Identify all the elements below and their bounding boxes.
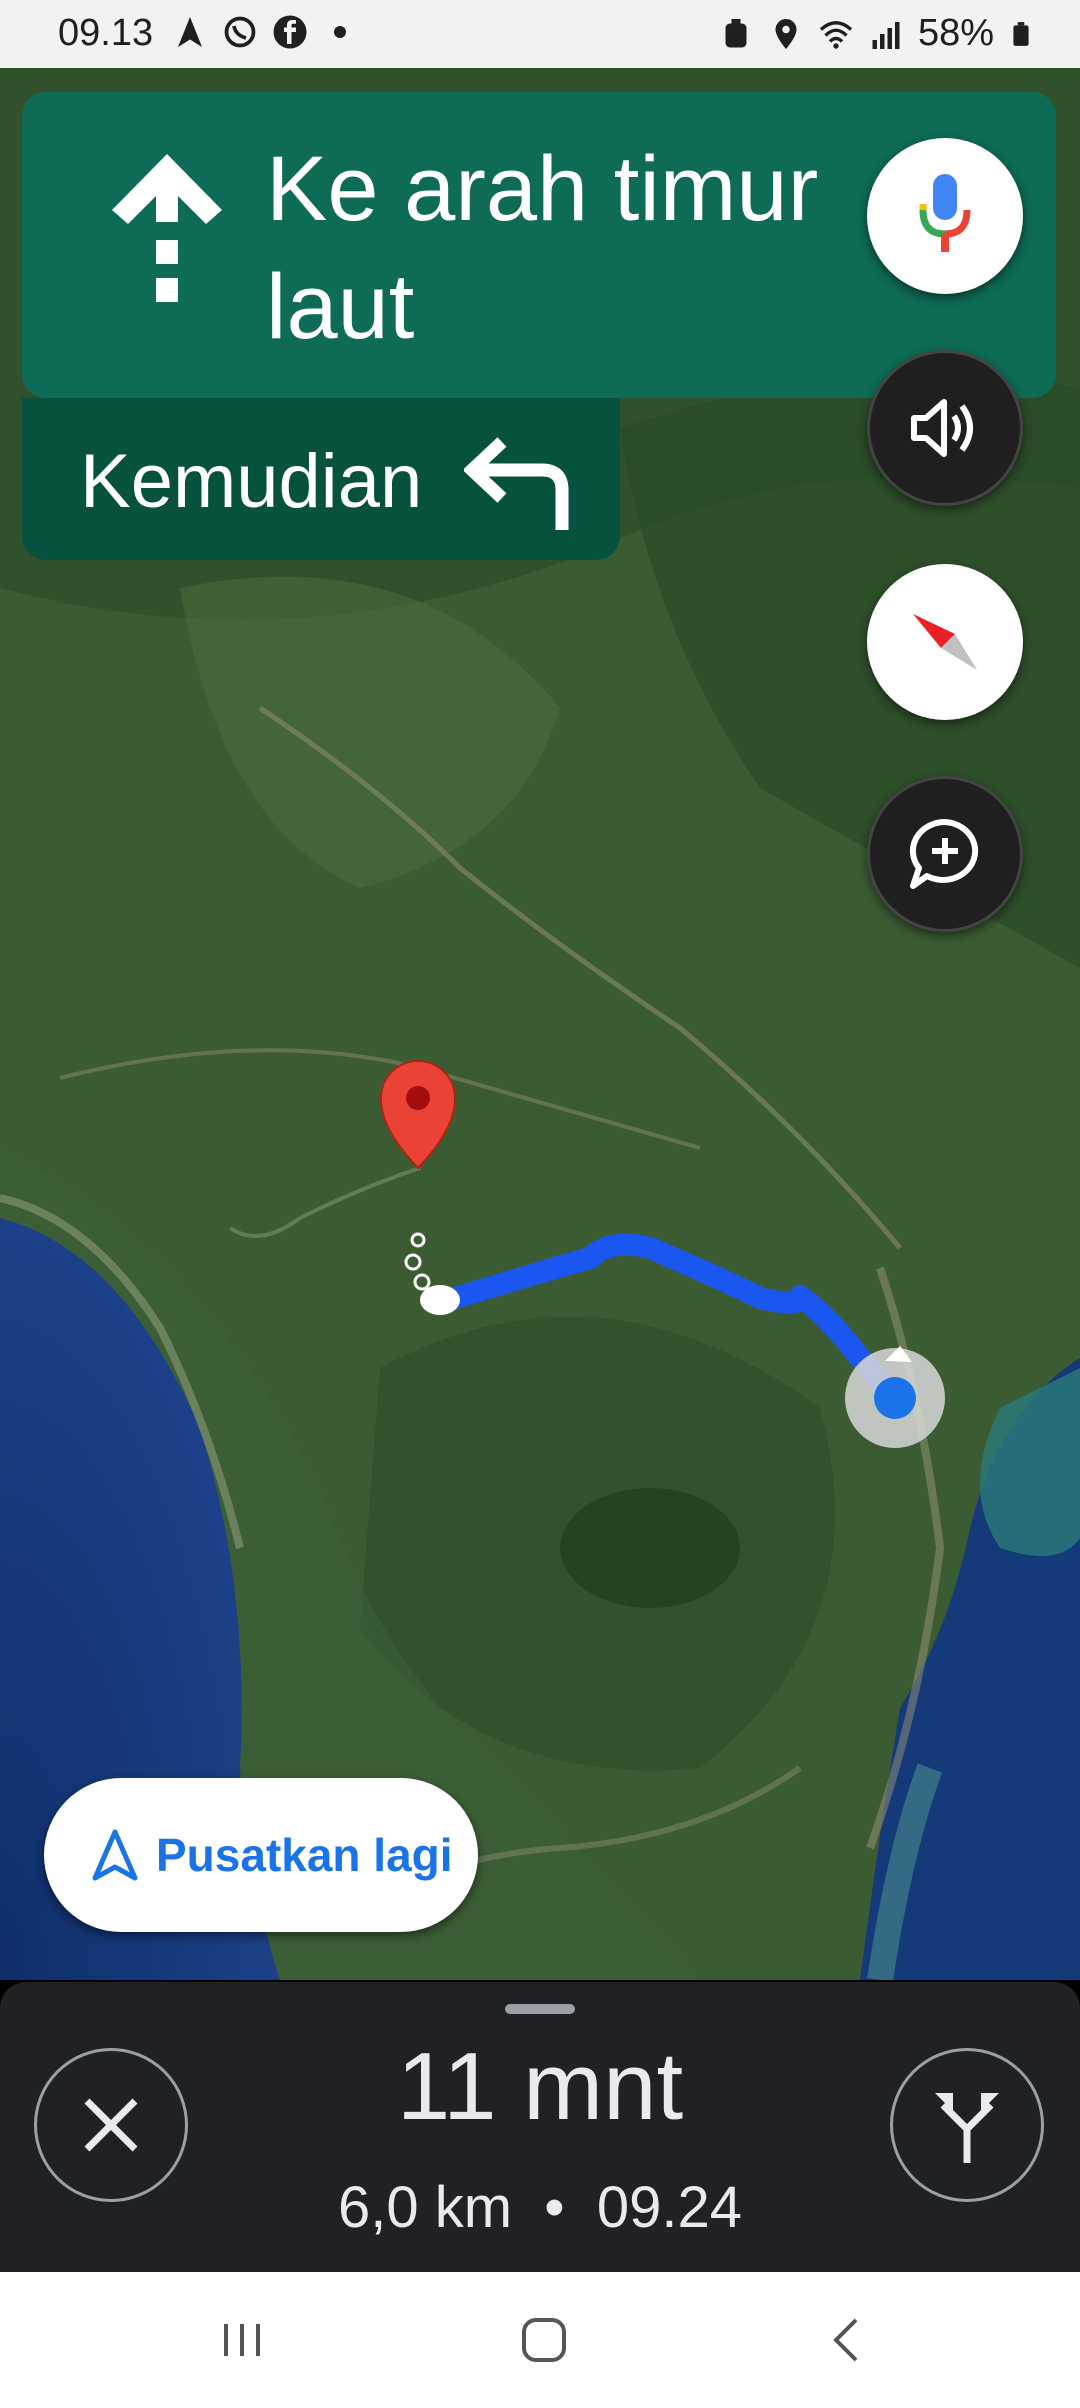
navigation-arrow-icon <box>178 17 202 47</box>
whatsapp-icon <box>224 16 256 48</box>
alternate-routes-button[interactable] <box>890 2048 1044 2202</box>
back-icon[interactable] <box>816 2314 876 2366</box>
recycle-icon <box>725 18 747 47</box>
nav-instruction: Ke arah timur laut <box>266 138 819 358</box>
sound-button[interactable] <box>867 350 1023 506</box>
turn-left-icon <box>464 437 569 530</box>
status-bar: 09.13 58% <box>0 0 1080 68</box>
next-maneuver[interactable]: Kemudian <box>22 398 620 560</box>
separator-dot: • <box>544 2175 565 2240</box>
trip-panel[interactable]: 11 mnt 6,0 km • 09.24 <box>0 1982 1080 2272</box>
battery-icon <box>1013 21 1029 46</box>
route-split-icon <box>935 2093 999 2163</box>
drag-handle[interactable] <box>505 2004 575 2014</box>
then-label: Kemudian <box>80 439 423 524</box>
compass-button[interactable] <box>867 564 1023 720</box>
home-icon[interactable] <box>514 2314 574 2366</box>
battery-percent: 58% <box>917 12 994 54</box>
report-button[interactable] <box>867 776 1023 932</box>
straight-arrow-icon <box>112 154 222 302</box>
navigation-arrow-icon <box>92 1829 138 1881</box>
voice-search-button[interactable] <box>867 138 1023 294</box>
status-time: 09.13 <box>58 12 154 54</box>
arrival-time: 09.24 <box>596 2175 742 2240</box>
recenter-label: Pusatkan lagi <box>156 1829 453 1881</box>
add-comment-icon <box>909 818 979 889</box>
signal-icon <box>872 21 900 49</box>
recent-apps-icon[interactable] <box>212 2314 272 2366</box>
system-navigation-bar <box>0 2272 1080 2408</box>
facebook-icon <box>273 15 307 49</box>
location-icon <box>775 18 797 49</box>
wifi-icon <box>819 20 853 49</box>
compass-icon <box>913 614 977 670</box>
recenter-button[interactable]: Pusatkan lagi <box>44 1778 478 1932</box>
speaker-icon <box>911 399 973 457</box>
trip-distance: 6,0 km <box>338 2175 513 2240</box>
microphone-icon <box>919 174 971 252</box>
dot-icon <box>334 26 346 38</box>
